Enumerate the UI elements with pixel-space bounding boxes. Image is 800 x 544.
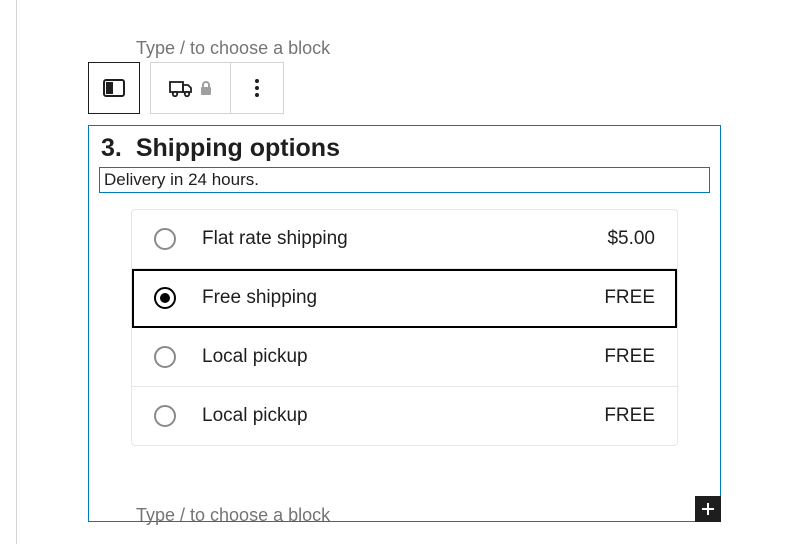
toolbar-group — [150, 62, 284, 114]
description-field-wrapper — [99, 167, 710, 193]
radio-icon — [154, 287, 176, 309]
option-label: Local pickup — [202, 405, 604, 427]
block-toolbar — [88, 62, 284, 114]
option-label: Local pickup — [202, 346, 604, 368]
editor-left-border — [14, 0, 17, 544]
option-label: Flat rate shipping — [202, 228, 607, 250]
truck-icon — [169, 79, 193, 97]
option-price: FREE — [604, 405, 655, 427]
shipping-lock-button[interactable] — [151, 63, 231, 113]
kebab-icon — [255, 79, 259, 97]
radio-icon — [154, 228, 176, 250]
plus-icon — [700, 501, 716, 517]
step-title: Shipping options — [136, 134, 340, 163]
description-input[interactable] — [100, 168, 709, 192]
slash-hint-bottom[interactable]: Type / to choose a block — [136, 505, 330, 526]
shipping-option[interactable]: Free shippingFREE — [132, 269, 677, 328]
option-price: FREE — [604, 346, 655, 368]
radio-icon — [154, 405, 176, 427]
slash-hint-top[interactable]: Type / to choose a block — [136, 38, 330, 59]
shipping-option[interactable]: Flat rate shipping$5.00 — [132, 210, 677, 269]
step-number: 3. — [101, 134, 122, 163]
option-price: $5.00 — [607, 228, 655, 250]
columns-icon — [103, 79, 125, 97]
shipping-option[interactable]: Local pickupFREE — [132, 387, 677, 445]
shipping-options-list: Flat rate shipping$5.00Free shippingFREE… — [131, 209, 678, 446]
radio-icon — [154, 346, 176, 368]
lock-icon — [199, 80, 213, 96]
add-block-button[interactable] — [695, 496, 721, 522]
block-heading: 3. Shipping options — [89, 126, 720, 167]
block-type-button[interactable] — [88, 62, 140, 114]
shipping-option[interactable]: Local pickupFREE — [132, 328, 677, 387]
more-options-button[interactable] — [231, 63, 283, 113]
shipping-options-block[interactable]: 3. Shipping options Flat rate shipping$5… — [88, 125, 721, 522]
option-label: Free shipping — [202, 287, 604, 309]
option-price: FREE — [604, 287, 655, 309]
